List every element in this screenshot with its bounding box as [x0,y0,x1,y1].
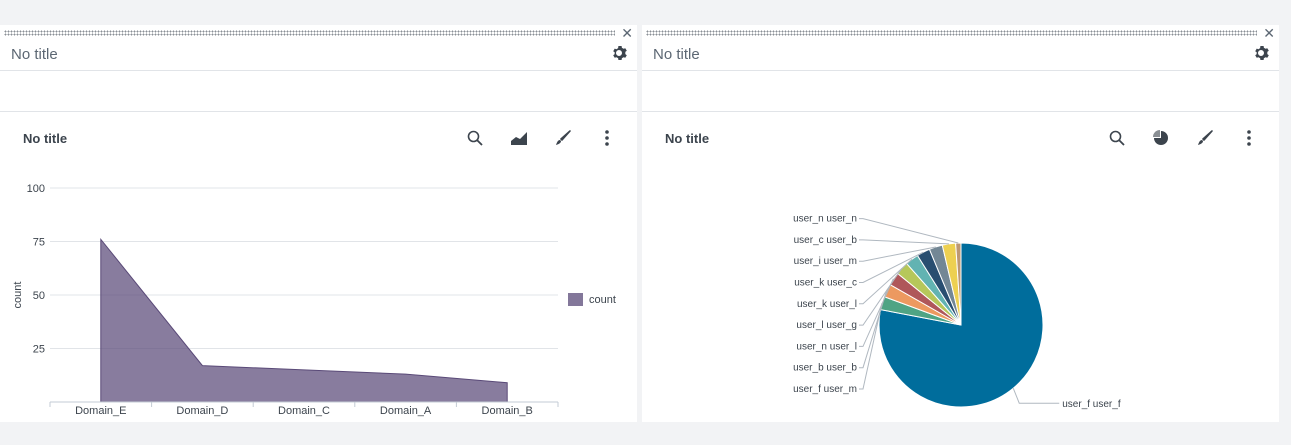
slice-label: user_l user_g [796,320,857,331]
x-tick-label: Domain_D [176,405,228,417]
paintbrush-icon[interactable] [541,127,585,149]
more-vertical-icon[interactable] [585,127,629,149]
close-icon[interactable]: ✕ [621,25,633,41]
panel-divider [0,70,637,71]
close-icon[interactable]: ✕ [1263,25,1275,41]
y-tick-label: 50 [33,290,45,302]
more-vertical-icon[interactable] [1227,127,1271,149]
slice-label: user_n user_l [796,341,857,352]
slice-label: user_b user_b [793,363,857,374]
dashboard-panel-right: ✕ No title No title user_f user_f user_f … [642,25,1279,422]
panel-divider [642,111,1279,112]
gear-icon[interactable] [1253,45,1269,61]
viz-title: No title [665,131,710,146]
slice-label: user_f user_m [793,384,857,395]
slice-label: user_c user_b [794,235,858,246]
paintbrush-icon[interactable] [1183,127,1227,149]
slice-label: user_f user_f [1062,399,1121,410]
area-chart: 25 50 75 100 Domain_E Domain_D Domain_C Domain_… [12,183,559,417]
slice-label: user_k user_c [794,278,857,289]
pie-chart-icon[interactable] [1139,127,1183,149]
legend-label: count [589,293,616,306]
viz-title: No title [23,131,68,146]
area-chart-icon[interactable] [497,127,541,149]
search-icon[interactable] [453,127,497,149]
chart-legend[interactable]: count [568,293,616,306]
x-tick-label: Domain_B [482,405,533,417]
viz-toolbar [453,127,629,149]
slice-label: user_i user_m [794,256,857,267]
slice-label: user_n user_n [793,214,857,225]
x-tick-label: Domain_E [75,405,126,417]
search-icon[interactable] [1095,127,1139,149]
slice-label: user_k user_l [797,299,857,310]
x-tick-label: Domain_A [380,405,432,417]
gear-icon[interactable] [611,45,627,61]
y-tick-label: 25 [33,344,45,356]
viz-toolbar [1095,127,1271,149]
panel-title: No title [653,46,700,63]
leader-line [859,239,949,245]
y-axis-title: count [12,282,24,309]
panel-title: No title [11,46,58,63]
drag-handle[interactable] [4,30,615,36]
drag-handle[interactable] [646,30,1257,36]
y-tick-label: 100 [27,183,45,195]
x-tick-label: Domain_C [278,405,330,417]
panel-divider [642,70,1279,71]
area-series-count[interactable] [100,237,508,403]
panel-divider [0,111,637,112]
pie-chart: user_f user_f user_f user_m user_b user_b u… [793,214,1121,411]
leader-line [1012,388,1060,404]
leader-line [859,218,959,244]
legend-swatch [568,293,583,306]
dashboard-panel-left: ✕ No title No title 25 50 75 100 Domain_E Dom… [0,25,637,422]
y-tick-label: 75 [33,237,45,249]
